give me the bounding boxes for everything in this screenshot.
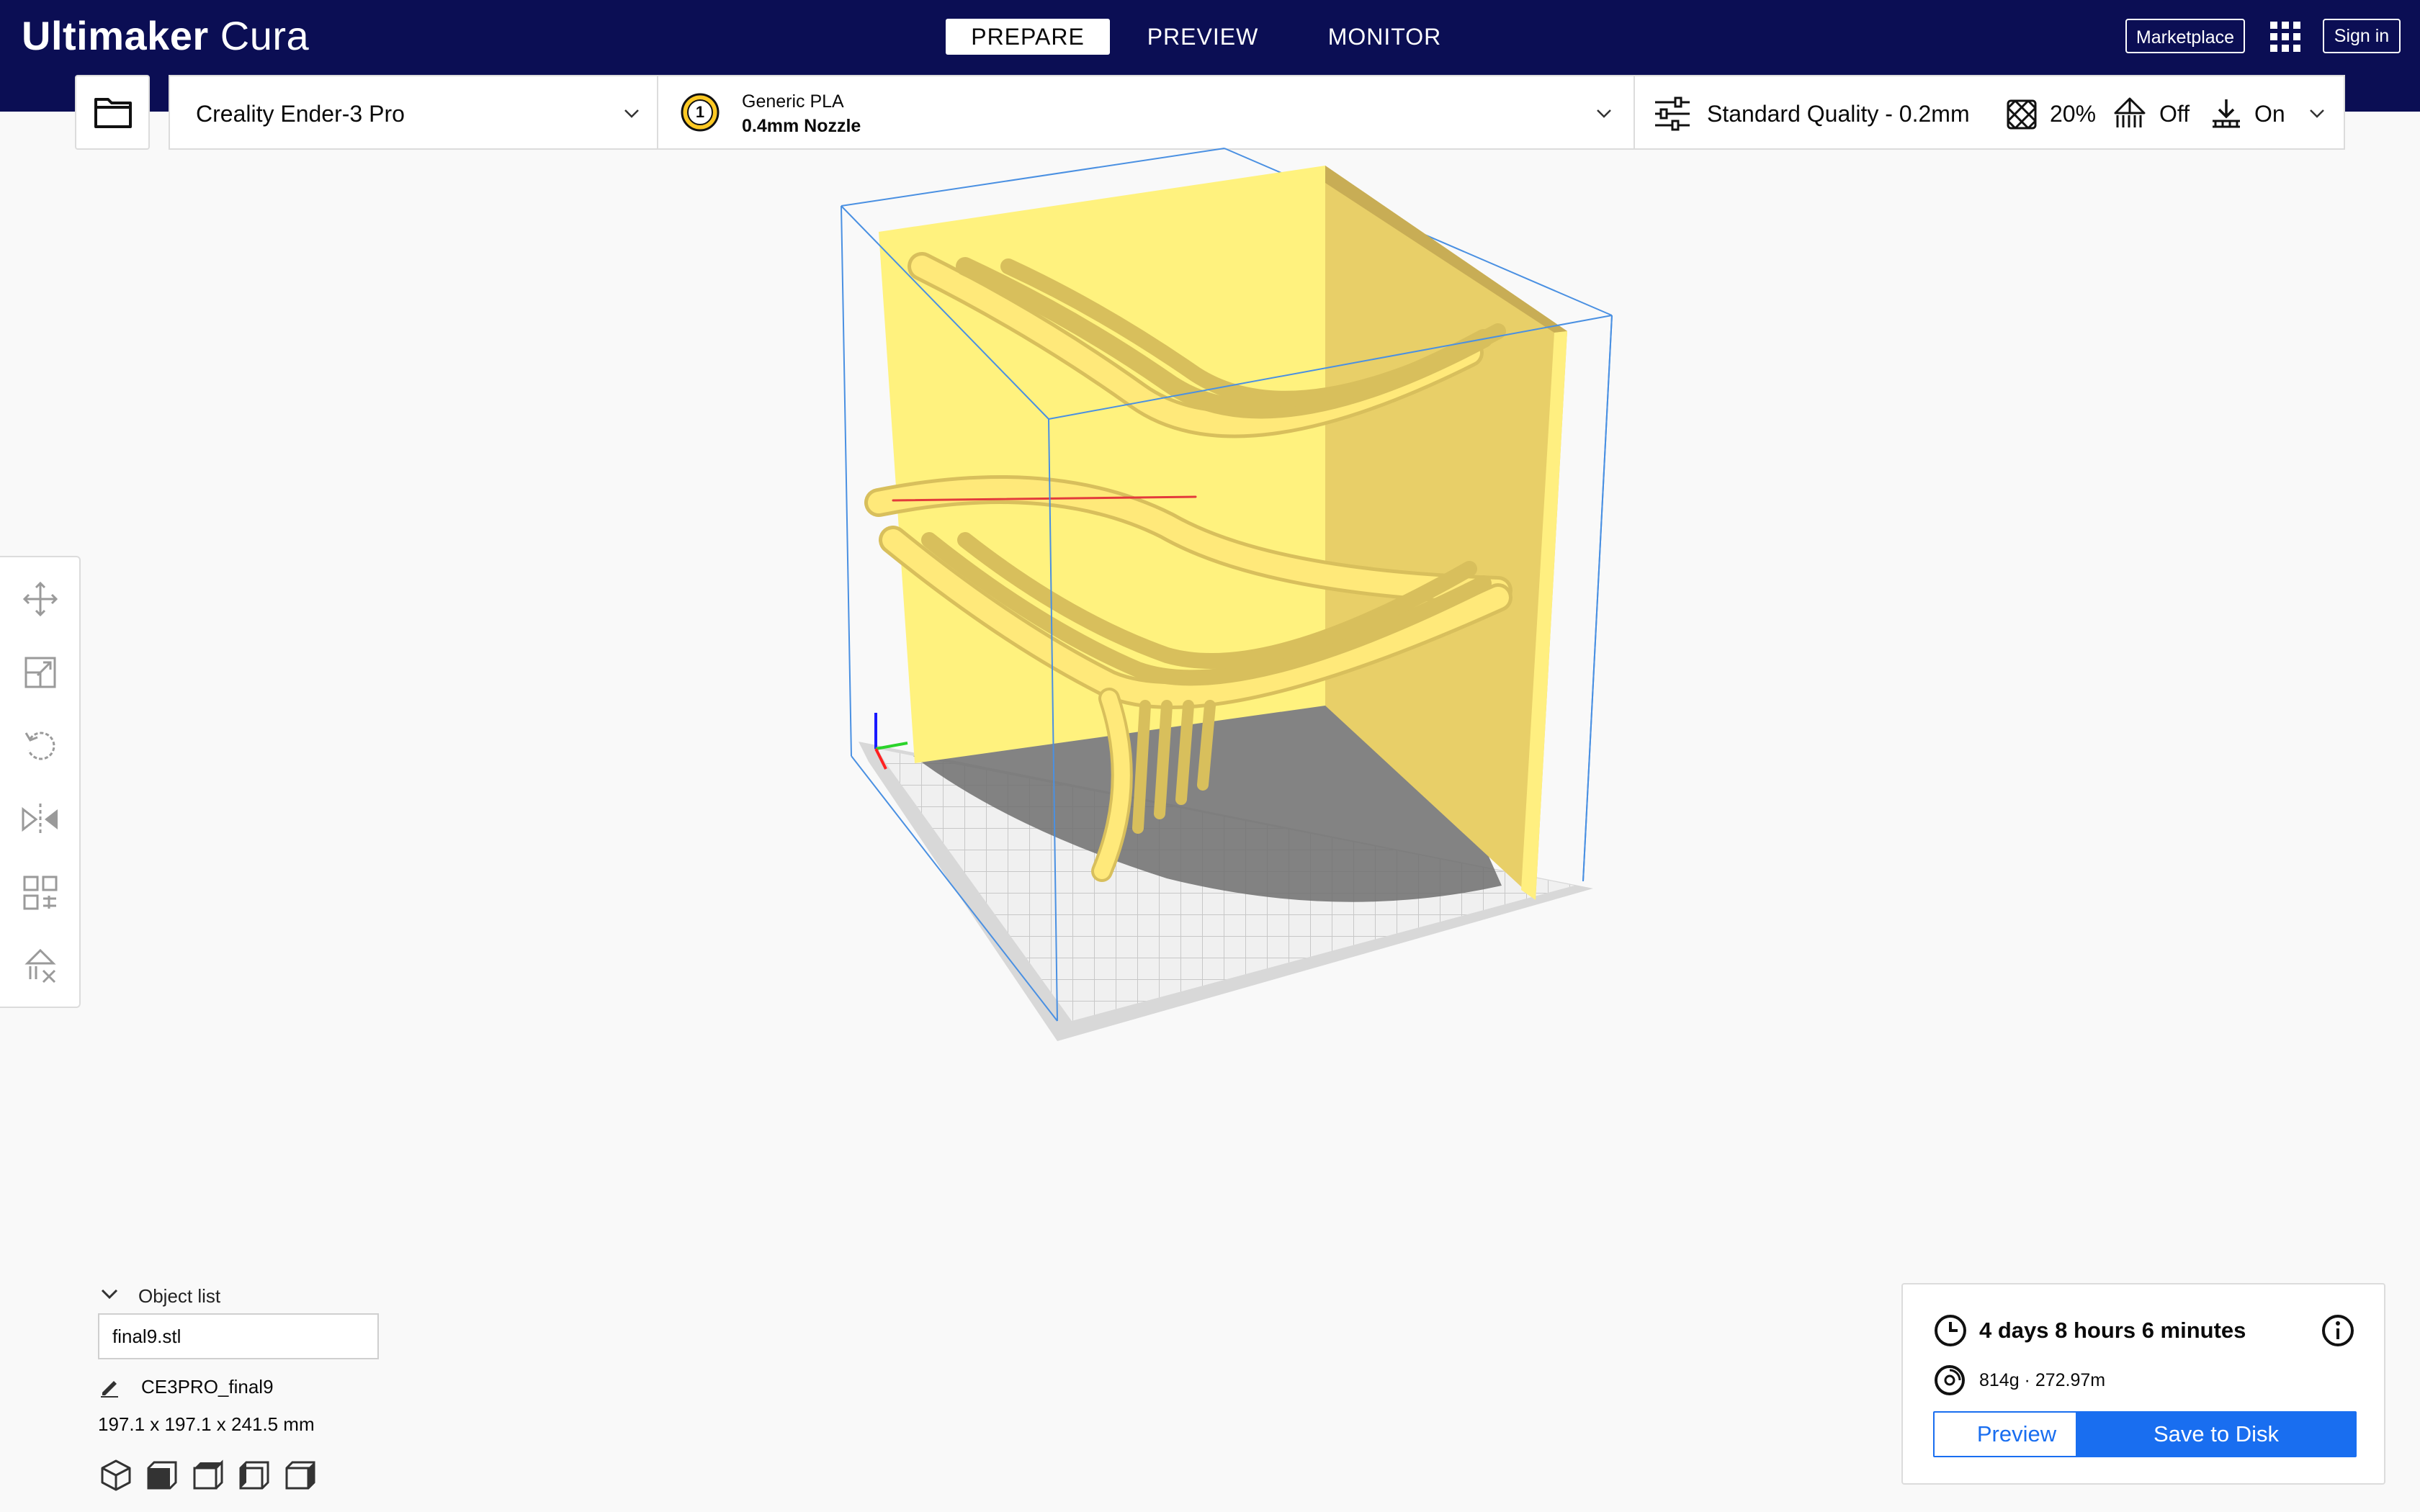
tab-prepare[interactable]: PREPARE [946, 19, 1110, 55]
chevron-down-icon [2310, 109, 2324, 118]
mirror-icon[interactable] [20, 799, 60, 840]
extruder-number: 1 [695, 103, 705, 121]
sliders-icon [1655, 96, 1690, 131]
clock-icon [1935, 1315, 1966, 1346]
left-view-icon[interactable] [238, 1458, 271, 1491]
print-settings-selector[interactable]: Standard Quality - 0.2mm 20% Off On [1634, 75, 2345, 150]
printer-selector[interactable]: Creality Ender-3 Pro [169, 75, 658, 150]
right-view-icon[interactable] [284, 1458, 317, 1491]
folder-icon [94, 98, 132, 128]
y-axis [875, 742, 908, 750]
front-view-icon[interactable] [145, 1458, 179, 1491]
infill-value: 20% [2050, 101, 2097, 127]
chevron-down-icon [1597, 109, 1611, 118]
open-file-button[interactable] [75, 75, 150, 150]
spool-icon [1935, 1365, 1965, 1395]
scale-icon[interactable] [20, 652, 60, 693]
chevron-down-icon [624, 109, 639, 118]
top-view-icon[interactable] [192, 1458, 225, 1491]
object-list-label[interactable]: Object list [138, 1283, 220, 1309]
per-model-settings-icon[interactable] [20, 873, 60, 913]
sign-in-button[interactable]: Sign in [2323, 19, 2401, 53]
material-name: Generic PLA [742, 91, 844, 112]
info-icon[interactable] [2321, 1313, 2355, 1348]
app-product: Cura [220, 13, 310, 58]
material-usage: 814g · 272.97m [1979, 1370, 2106, 1390]
tab-monitor[interactable]: MONITOR [1318, 19, 1451, 55]
support-value: Off [2159, 101, 2190, 127]
support-blocker-icon[interactable] [20, 946, 60, 986]
tab-preview[interactable]: PREVIEW [1138, 19, 1268, 55]
print-action-panel: 4 days 8 hours 6 minutes 814g · 272.97m … [1901, 1283, 2385, 1485]
nozzle-name: 0.4mm Nozzle [742, 116, 861, 136]
app-title: Ultimaker Cura [22, 7, 309, 65]
adhesion-icon [2213, 99, 2240, 128]
pencil-icon[interactable] [98, 1375, 121, 1398]
object-list: final9.stl [98, 1313, 379, 1359]
support-icon [2114, 97, 2146, 127]
marketplace-button[interactable]: Marketplace [2125, 19, 2245, 53]
move-icon[interactable] [20, 579, 60, 619]
infill-icon [2007, 99, 2037, 130]
job-name: CE3PRO_final9 [141, 1376, 274, 1398]
model-dimensions: 197.1 x 197.1 x 241.5 mm [98, 1413, 315, 1435]
3d-viewport[interactable] [792, 137, 1628, 1058]
print-time: 4 days 8 hours 6 minutes [1979, 1318, 2246, 1343]
save-to-disk-button[interactable]: Save to Disk [2076, 1411, 2357, 1457]
object-list-item[interactable]: final9.stl [112, 1315, 181, 1358]
tool-bar [0, 556, 81, 1008]
chevron-down-icon[interactable] [97, 1282, 122, 1308]
app-brand: Ultimaker [22, 13, 209, 58]
apps-grid-icon[interactable] [2269, 20, 2302, 53]
quality-profile: Standard Quality - 0.2mm [1707, 101, 1970, 127]
printer-name: Creality Ender-3 Pro [196, 101, 405, 127]
adhesion-value: On [2254, 101, 2285, 127]
rotate-icon[interactable] [20, 726, 60, 766]
3d-view-icon[interactable] [99, 1458, 133, 1491]
